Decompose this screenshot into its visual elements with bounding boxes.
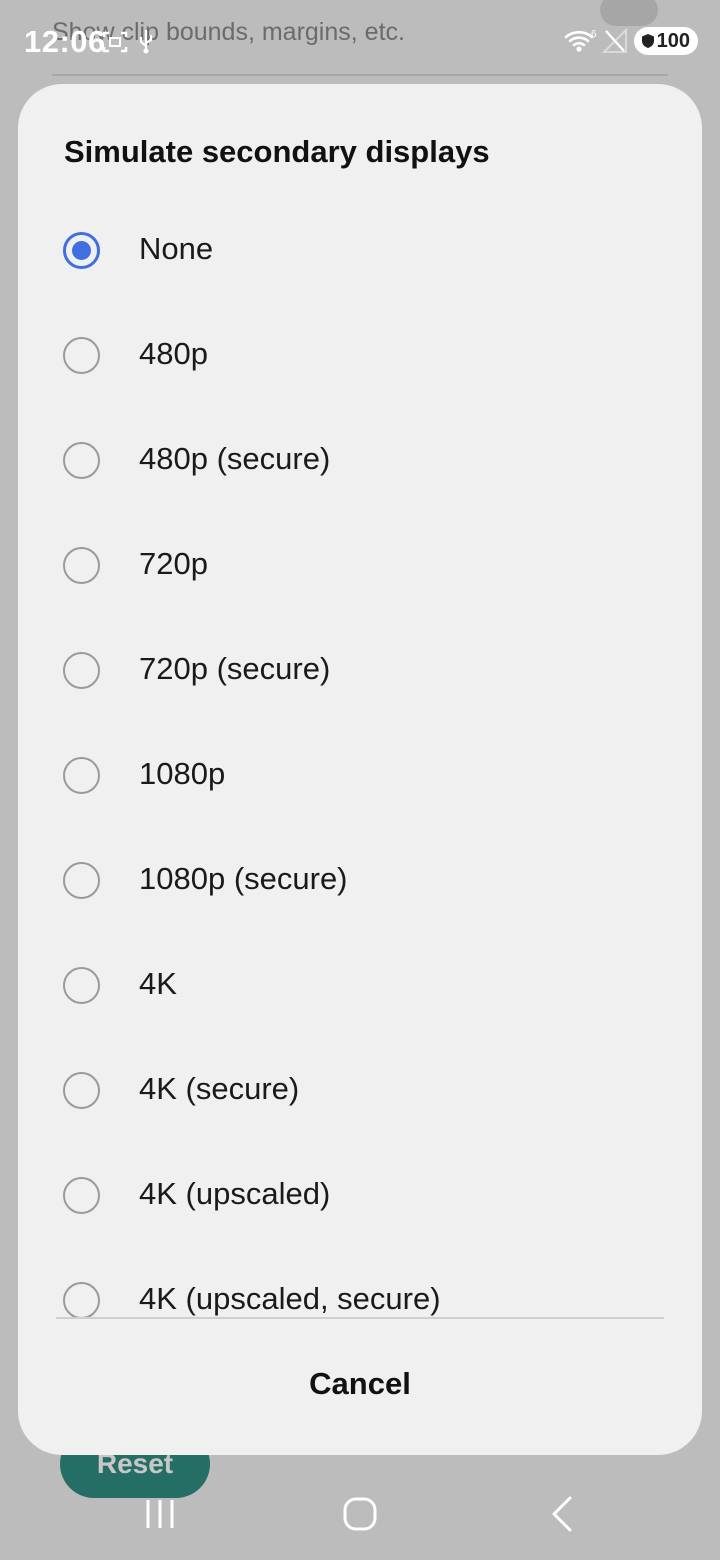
radio-button[interactable] <box>63 1072 100 1109</box>
radio-button[interactable] <box>63 757 100 794</box>
option-label: 4K <box>139 966 177 1001</box>
radio-button[interactable] <box>63 442 100 479</box>
radio-button[interactable] <box>63 1282 100 1318</box>
status-bar: 12:06 6 100 <box>0 0 720 82</box>
radio-button[interactable] <box>63 967 100 1004</box>
options-list[interactable]: None 480p 480p (secure) 720p 720p (secur… <box>18 198 702 1318</box>
radio-button[interactable] <box>63 652 100 689</box>
option-4k[interactable]: 4K <box>18 933 702 1038</box>
home-icon[interactable] <box>338 1492 382 1536</box>
recents-icon[interactable] <box>140 1492 180 1536</box>
battery-indicator: 100 <box>634 27 698 55</box>
status-clock: 12:06 <box>24 24 106 59</box>
usb-icon <box>139 30 153 54</box>
option-none[interactable]: None <box>18 198 702 303</box>
option-label: 4K (secure) <box>139 1071 300 1106</box>
option-label: 4K (upscaled, secure) <box>139 1281 441 1316</box>
wifi-icon: 6 <box>564 29 597 52</box>
radio-button[interactable] <box>63 547 100 584</box>
option-label: 480p <box>139 336 208 371</box>
radio-button[interactable] <box>63 862 100 899</box>
simulate-secondary-displays-dialog: Simulate secondary displays None 480p 48… <box>18 84 702 1455</box>
option-label: 720p <box>139 546 208 581</box>
option-4k-upscaled-secure[interactable]: 4K (upscaled, secure) <box>18 1248 702 1318</box>
battery-shield-icon <box>642 34 654 48</box>
dialog-title: Simulate secondary displays <box>64 134 490 169</box>
option-4k-upscaled[interactable]: 4K (upscaled) <box>18 1143 702 1248</box>
option-480p[interactable]: 480p <box>18 303 702 408</box>
option-1080p[interactable]: 1080p <box>18 723 702 828</box>
navigation-bar <box>0 1480 720 1560</box>
option-label: 1080p <box>139 756 226 791</box>
option-4k-secure[interactable]: 4K (secure) <box>18 1038 702 1143</box>
option-1080p-secure[interactable]: 1080p (secure) <box>18 828 702 933</box>
no-signal-icon <box>602 28 627 53</box>
option-label: 480p (secure) <box>139 441 331 476</box>
option-720p[interactable]: 720p <box>18 513 702 618</box>
option-480p-secure[interactable]: 480p (secure) <box>18 408 702 513</box>
radio-button[interactable] <box>63 1177 100 1214</box>
battery-level: 100 <box>656 29 690 52</box>
radio-button[interactable] <box>63 337 100 374</box>
option-label: None <box>139 231 214 266</box>
back-icon[interactable] <box>540 1492 584 1536</box>
option-720p-secure[interactable]: 720p (secure) <box>18 618 702 723</box>
radio-button-selected[interactable] <box>63 232 100 269</box>
option-label: 1080p (secure) <box>139 861 348 896</box>
wifi-badge: 6 <box>591 29 597 40</box>
list-divider <box>56 1317 664 1319</box>
option-label: 4K (upscaled) <box>139 1176 331 1211</box>
screenshot-icon <box>102 31 128 53</box>
option-label: 720p (secure) <box>139 651 331 686</box>
cancel-button[interactable]: Cancel <box>18 1320 702 1448</box>
